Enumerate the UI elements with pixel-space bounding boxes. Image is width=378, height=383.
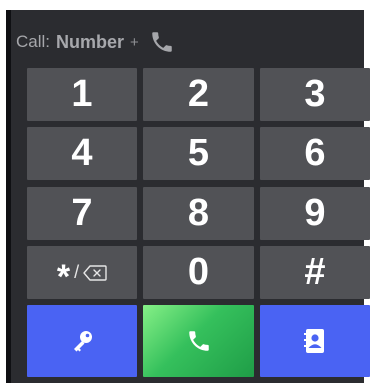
backspace-icon (83, 264, 107, 281)
key-star-backspace[interactable]: * / (27, 246, 137, 299)
key-9[interactable]: 9 (260, 187, 370, 240)
key-button[interactable] (27, 305, 137, 377)
phone-icon (186, 328, 212, 354)
star-symbol: * (56, 257, 71, 296)
key-3[interactable]: 3 (260, 68, 370, 121)
key-6[interactable]: 6 (260, 127, 370, 180)
key-8[interactable]: 8 (143, 187, 254, 240)
contacts-button[interactable] (260, 305, 370, 377)
key-icon (69, 328, 95, 354)
phone-icon (149, 29, 175, 55)
call-button[interactable] (143, 305, 254, 377)
dialer-window: Call: Number + 1 2 3 4 5 6 7 8 9 * / 0 # (0, 0, 378, 383)
plus-sign: + (130, 33, 139, 51)
key-1[interactable]: 1 (27, 68, 137, 121)
key-5[interactable]: 5 (143, 127, 254, 180)
slash-separator: / (74, 262, 80, 282)
call-label: Call: (16, 32, 51, 51)
key-7[interactable]: 7 (27, 187, 137, 240)
key-0[interactable]: 0 (143, 246, 254, 299)
key-4[interactable]: 4 (27, 127, 137, 180)
key-2[interactable]: 2 (143, 68, 254, 121)
call-bar[interactable]: Call: Number + (16, 22, 175, 62)
key-hash[interactable]: # (260, 246, 370, 299)
number-placeholder: Number (56, 31, 125, 52)
contacts-book-icon (302, 327, 328, 355)
